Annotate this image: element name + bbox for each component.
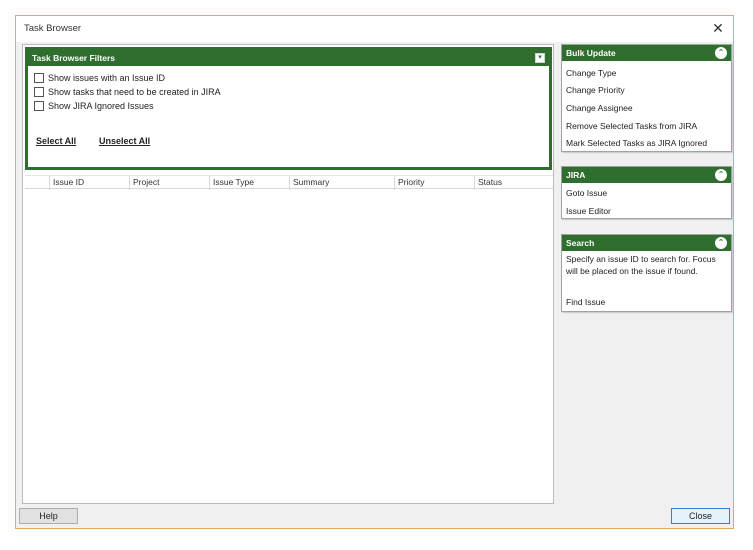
select-all-link[interactable]: Select All: [36, 136, 76, 146]
filter-label: Show JIRA Ignored Issues: [48, 101, 154, 111]
jira-panel: JIRA ⌃ Goto Issue Issue Editor: [561, 166, 732, 219]
column-header-project[interactable]: Project: [129, 176, 209, 190]
window-title: Task Browser: [24, 23, 82, 34]
checkbox[interactable]: [34, 101, 44, 111]
filters-panel: Task Browser Filters ▾ Show issues with …: [25, 47, 552, 170]
bulk-update-header: Bulk Update ⌃: [562, 45, 731, 61]
filters-header: Task Browser Filters ▾: [28, 50, 549, 66]
change-assignee-link[interactable]: Change Assignee: [566, 103, 633, 113]
change-type-link[interactable]: Change Type: [566, 68, 616, 78]
grid-header: Issue ID Project Issue Type Summary Prio…: [25, 175, 553, 190]
help-button[interactable]: Help: [19, 508, 78, 524]
issue-editor-link[interactable]: Issue Editor: [566, 206, 611, 216]
remove-tasks-link[interactable]: Remove Selected Tasks from JIRA: [566, 121, 697, 131]
checkbox[interactable]: [34, 73, 44, 83]
goto-issue-link[interactable]: Goto Issue: [566, 188, 607, 198]
filter-issues-with-id[interactable]: Show issues with an Issue ID: [34, 72, 165, 84]
find-issue-link[interactable]: Find Issue: [566, 297, 605, 307]
task-list-pane: Task Browser Filters ▾ Show issues with …: [22, 44, 554, 504]
search-description: Specify an issue ID to search for. Focus…: [566, 254, 716, 276]
chevron-down-icon[interactable]: ▾: [535, 53, 545, 63]
row-selector-header[interactable]: [25, 176, 49, 190]
search-title: Search: [566, 238, 595, 248]
column-header-summary[interactable]: Summary: [289, 176, 394, 190]
checkbox[interactable]: [34, 87, 44, 97]
search-header: Search ⌃: [562, 235, 731, 251]
mark-ignored-link[interactable]: Mark Selected Tasks as JIRA Ignored: [566, 138, 707, 148]
chevron-up-icon[interactable]: ⌃: [715, 47, 727, 59]
filter-label: Show tasks that need to be created in JI…: [48, 87, 221, 97]
search-panel: Search ⌃ Specify an issue ID to search f…: [561, 234, 732, 312]
column-header-issue-type[interactable]: Issue Type: [209, 176, 289, 190]
jira-header: JIRA ⌃: [562, 167, 731, 183]
title-bar: Task Browser ✕: [16, 16, 733, 42]
change-priority-link[interactable]: Change Priority: [566, 85, 625, 95]
unselect-all-link[interactable]: Unselect All: [99, 136, 150, 146]
filters-title: Task Browser Filters: [32, 53, 115, 63]
bulk-update-title: Bulk Update: [566, 48, 616, 58]
column-header-issue-id[interactable]: Issue ID: [49, 176, 129, 190]
jira-title: JIRA: [566, 170, 586, 180]
filter-label: Show issues with an Issue ID: [48, 73, 166, 83]
filter-jira-ignored[interactable]: Show JIRA Ignored Issues: [34, 100, 154, 112]
chevron-up-icon[interactable]: ⌃: [715, 237, 727, 249]
chevron-up-icon[interactable]: ⌃: [715, 169, 727, 181]
task-browser-window: Task Browser ✕ Task Browser Filters ▾ Sh…: [15, 15, 734, 529]
bulk-update-panel: Bulk Update ⌃ Change Type Change Priorit…: [561, 44, 732, 152]
column-header-status[interactable]: Status: [474, 176, 553, 190]
close-button[interactable]: Close: [671, 508, 730, 524]
column-header-priority[interactable]: Priority: [394, 176, 474, 190]
close-icon[interactable]: ✕: [709, 19, 727, 37]
filter-tasks-to-create[interactable]: Show tasks that need to be created in JI…: [34, 86, 221, 98]
